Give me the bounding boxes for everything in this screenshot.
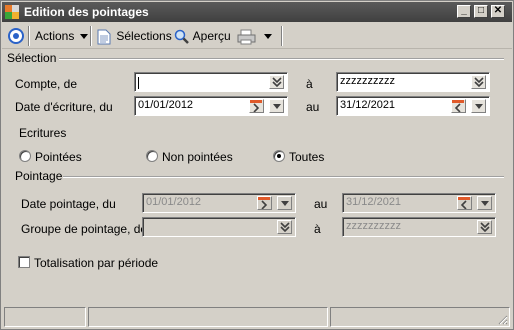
date-from-label: Date d'écriture, du xyxy=(15,100,113,114)
chevron-down-icon xyxy=(273,104,281,109)
magnifier-icon xyxy=(174,29,189,44)
pointage-group-label: Pointage xyxy=(15,169,63,183)
account-to-label: à xyxy=(306,77,313,91)
toolbar-separator xyxy=(28,26,30,46)
radio-selected-dot xyxy=(277,154,281,158)
document-icon xyxy=(97,29,111,45)
double-chevron-down-icon xyxy=(272,77,282,87)
pointage-date-from-field[interactable]: 01/01/2012 xyxy=(142,193,296,213)
chevron-down-icon xyxy=(281,201,289,206)
selections-label: Sélections xyxy=(116,29,172,43)
main-window: Edition des pointages _ □ ✕ Actions Séle… xyxy=(0,0,514,330)
double-chevron-down-icon xyxy=(474,77,484,87)
account-from-label: Compte, de xyxy=(15,77,78,91)
selection-group-label: Sélection xyxy=(7,51,57,65)
pointage-group-from-field[interactable] xyxy=(142,217,296,237)
pointage-group-to-field[interactable]: zzzzzzzzzz xyxy=(342,217,496,237)
pointage-date-to-prev-button[interactable] xyxy=(457,196,472,210)
pointage-group-from-lookup-button[interactable] xyxy=(277,220,292,234)
radio-pointees[interactable] xyxy=(19,150,31,162)
divider xyxy=(63,176,504,178)
refresh-icon[interactable] xyxy=(7,27,25,45)
radio-toutes[interactable] xyxy=(273,150,285,162)
pointage-date-from-next-button[interactable] xyxy=(257,196,272,210)
double-chevron-down-icon xyxy=(280,222,290,232)
pointage-date-from-dropdown-button[interactable] xyxy=(277,196,292,210)
chevron-down-icon xyxy=(79,34,88,40)
double-chevron-down-icon xyxy=(480,222,490,232)
calendar-prev-icon xyxy=(458,197,470,210)
date-from-field[interactable]: 01/01/2012 xyxy=(134,96,288,116)
date-to-dropdown-button[interactable] xyxy=(471,99,486,113)
chevron-down-icon xyxy=(481,201,489,206)
date-from-next-button[interactable] xyxy=(249,99,264,113)
radio-pointees-label: Pointées xyxy=(35,150,82,164)
actions-label: Actions xyxy=(35,29,75,43)
maximize-button[interactable]: □ xyxy=(474,5,488,18)
title-bar[interactable]: Edition des pointages _ □ ✕ xyxy=(2,2,512,22)
calendar-prev-icon xyxy=(452,100,464,113)
account-from-lookup-button[interactable] xyxy=(269,75,284,89)
account-to-lookup-button[interactable] xyxy=(471,75,486,89)
calendar-next-icon xyxy=(250,100,262,113)
toolbar: Actions Sélections Aperçu xyxy=(2,23,512,49)
calendar-next-icon xyxy=(258,197,270,210)
account-from-field[interactable] xyxy=(134,72,288,92)
toolbar-separator xyxy=(281,26,283,46)
totalisation-checkbox[interactable] xyxy=(18,256,30,268)
status-cell xyxy=(4,307,86,327)
close-button[interactable]: ✕ xyxy=(491,5,505,18)
printer-icon xyxy=(237,29,256,45)
pointage-date-to-label: au xyxy=(314,197,328,211)
text-caret xyxy=(138,77,139,89)
pointage-date-to-dropdown-button[interactable] xyxy=(477,196,492,210)
ecritures-group-label: Ecritures xyxy=(19,126,67,140)
status-bar xyxy=(4,307,510,327)
resize-grip-icon[interactable] xyxy=(496,313,508,325)
status-cell xyxy=(88,307,328,327)
account-to-field[interactable]: zzzzzzzzzz xyxy=(336,72,490,92)
print-button[interactable] xyxy=(237,27,257,45)
chevron-down-icon xyxy=(264,34,272,40)
app-icon xyxy=(5,5,19,19)
selections-button[interactable]: Sélections xyxy=(97,27,172,45)
totalisation-label: Totalisation par période xyxy=(34,256,159,270)
preview-label: Aperçu xyxy=(192,29,231,43)
date-from-dropdown-button[interactable] xyxy=(269,99,284,113)
chevron-down-icon xyxy=(475,104,483,109)
minimize-button[interactable]: _ xyxy=(457,5,471,18)
radio-non-pointees-label: Non pointées xyxy=(162,150,233,164)
toolbar-separator xyxy=(90,26,92,46)
date-to-prev-button[interactable] xyxy=(451,99,466,113)
pointage-group-to-label: à xyxy=(314,222,321,236)
date-to-field[interactable]: 31/12/2021 xyxy=(336,96,490,116)
preview-button[interactable]: Aperçu xyxy=(174,27,231,45)
window-title: Edition des pointages xyxy=(24,5,149,19)
pointage-group-field-label: Groupe de pointage, de xyxy=(21,222,148,236)
pointage-group-to-lookup-button[interactable] xyxy=(477,220,492,234)
radio-toutes-label: Toutes xyxy=(289,150,325,164)
pointage-date-to-field[interactable]: 31/12/2021 xyxy=(342,193,496,213)
status-cell xyxy=(330,307,510,327)
print-dropdown-button[interactable] xyxy=(264,27,274,45)
divider xyxy=(59,58,504,60)
date-to-label: au xyxy=(306,100,320,114)
radio-non-pointees[interactable] xyxy=(146,150,158,162)
pointage-date-label: Date pointage, du xyxy=(21,197,116,211)
actions-menu-button[interactable]: Actions xyxy=(35,27,88,45)
